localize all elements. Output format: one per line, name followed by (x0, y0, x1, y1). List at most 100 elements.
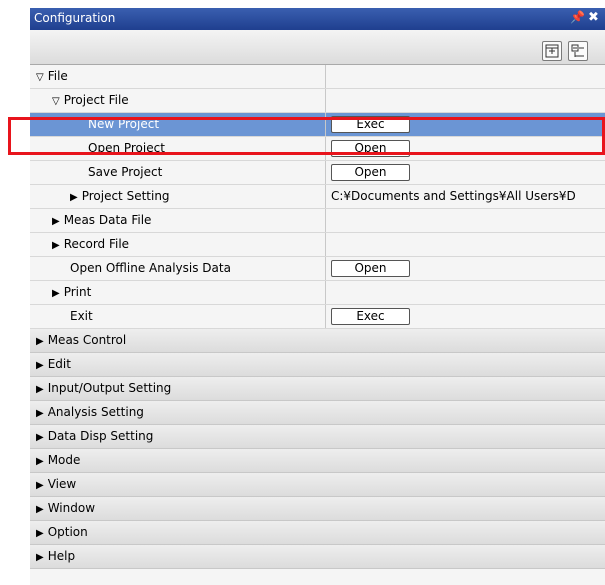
row-label: Exit (70, 305, 93, 328)
row-label-text: Project File (63, 93, 129, 107)
property-row[interactable]: Open Offline Analysis Data Open (30, 257, 605, 281)
row-action-button[interactable]: Open (331, 260, 410, 277)
collapse-arrow-icon[interactable]: ▽ (36, 66, 44, 89)
panel-title-bar: Configuration 📌 ✖ (30, 8, 605, 30)
row-label-text: Print (63, 285, 92, 299)
expand-all-button[interactable] (542, 41, 562, 61)
category-row[interactable]: ▶ Edit (30, 353, 605, 377)
row-label: ▶ Window (36, 497, 95, 520)
expand-arrow-icon[interactable]: ▶ (36, 402, 44, 425)
row-label-text: Open Offline Analysis Data (70, 261, 231, 275)
category-row[interactable]: ▶ Analysis Setting (30, 401, 605, 425)
row-label: ▶ Input/Output Setting (36, 377, 171, 400)
category-row[interactable]: ▶ View (30, 473, 605, 497)
row-label-text: Input/Output Setting (47, 381, 172, 395)
category-row[interactable]: ▶ Input/Output Setting (30, 377, 605, 401)
category-row[interactable]: ▶ Meas Control (30, 329, 605, 353)
row-action-button[interactable]: Exec (331, 116, 410, 133)
column-divider[interactable] (325, 137, 326, 160)
category-row[interactable]: ▶ Option (30, 521, 605, 545)
row-label: ▶ Meas Data File (52, 209, 151, 232)
row-label-text: Project Setting (81, 189, 170, 203)
category-row[interactable]: ▶ Help (30, 545, 605, 569)
expand-arrow-icon[interactable]: ▶ (36, 426, 44, 449)
expand-arrow-icon[interactable]: ▶ (36, 450, 44, 473)
row-action-button[interactable]: Exec (331, 308, 410, 325)
expand-arrow-icon[interactable]: ▶ (36, 546, 44, 569)
row-label: ▶ Analysis Setting (36, 401, 144, 424)
row-label-text: Window (47, 501, 96, 515)
column-divider[interactable] (325, 185, 326, 208)
property-row[interactable]: ▽ Project File (30, 89, 605, 113)
category-row[interactable]: ▶ Data Disp Setting (30, 425, 605, 449)
row-label: ▶ Edit (36, 353, 71, 376)
expand-arrow-icon[interactable]: ▶ (52, 234, 60, 257)
expand-arrow-icon[interactable]: ▶ (52, 210, 60, 233)
property-row[interactable]: ▽ File (30, 65, 605, 89)
row-label-text: Data Disp Setting (47, 429, 154, 443)
collapse-all-button[interactable] (568, 41, 588, 61)
row-label-text: View (47, 477, 77, 491)
row-label: ▶ View (36, 473, 76, 496)
expand-arrow-icon[interactable]: ▶ (36, 474, 44, 497)
pin-icon[interactable]: 📌 (570, 10, 585, 24)
row-label: ▽ File (36, 65, 68, 88)
close-icon[interactable]: ✖ (588, 10, 599, 25)
collapse-arrow-icon[interactable]: ▽ (52, 90, 60, 113)
row-label: ▽ Project File (52, 89, 129, 112)
row-label: Open Project (88, 137, 165, 160)
panel-title: Configuration (34, 11, 116, 25)
row-label: ▶ Print (52, 281, 91, 304)
expand-arrow-icon[interactable]: ▶ (36, 354, 44, 377)
row-action-button[interactable]: Open (331, 140, 410, 157)
column-divider[interactable] (325, 209, 326, 232)
property-row[interactable]: Open Project Open (30, 137, 605, 161)
row-action-button[interactable]: Open (331, 164, 410, 181)
row-label: ▶ Meas Control (36, 329, 126, 352)
row-label: ▶ Mode (36, 449, 80, 472)
row-label-text: Analysis Setting (47, 405, 144, 419)
row-label: Open Offline Analysis Data (70, 257, 231, 280)
column-divider[interactable] (325, 281, 326, 304)
category-row[interactable]: ▶ Window (30, 497, 605, 521)
row-label-text: New Project (88, 117, 160, 131)
column-divider[interactable] (325, 89, 326, 112)
column-divider[interactable] (325, 257, 326, 280)
row-label-text: Edit (47, 357, 71, 371)
row-label: ▶ Data Disp Setting (36, 425, 153, 448)
property-row[interactable]: Save Project Open (30, 161, 605, 185)
row-label-text: File (47, 69, 68, 83)
row-label-text: Save Project (88, 165, 163, 179)
property-row[interactable]: ▶ Meas Data File (30, 209, 605, 233)
column-divider[interactable] (325, 65, 326, 88)
property-row[interactable]: New Project Exec (30, 113, 605, 137)
property-grid: ▽ File ▽ Project File New Project Exec Open Pr… (30, 65, 605, 569)
row-label: ▶ Record File (52, 233, 129, 256)
row-label: ▶ Project Setting (70, 185, 170, 208)
row-label-text: Exit (70, 309, 93, 323)
expand-arrow-icon[interactable]: ▶ (36, 378, 44, 401)
row-label-text: Mode (47, 453, 81, 467)
configuration-panel: Configuration 📌 ✖ ▽ File ▽ Project File New … (30, 8, 605, 585)
expand-arrow-icon[interactable]: ▶ (52, 282, 60, 305)
column-divider[interactable] (325, 305, 326, 328)
category-row[interactable]: ▶ Mode (30, 449, 605, 473)
row-value[interactable]: C:¥Documents and Settings¥All Users¥D (331, 185, 576, 208)
property-row[interactable]: ▶ Record File (30, 233, 605, 257)
row-label-text: Record File (63, 237, 130, 251)
row-label-text: Meas Data File (63, 213, 152, 227)
property-row[interactable]: ▶ Print (30, 281, 605, 305)
column-divider[interactable] (325, 113, 326, 136)
expand-arrow-icon[interactable]: ▶ (36, 498, 44, 521)
row-label: New Project (88, 113, 159, 136)
expand-arrow-icon[interactable]: ▶ (36, 330, 44, 353)
expand-arrow-icon[interactable]: ▶ (70, 186, 78, 209)
row-label-text: Meas Control (47, 333, 127, 347)
property-row[interactable]: ▶ Project Setting C:¥Documents and Setting… (30, 185, 605, 209)
row-label-text: Help (47, 549, 76, 563)
property-row[interactable]: Exit Exec (30, 305, 605, 329)
column-divider[interactable] (325, 233, 326, 256)
expand-arrow-icon[interactable]: ▶ (36, 522, 44, 545)
row-label: ▶ Option (36, 521, 88, 544)
column-divider[interactable] (325, 161, 326, 184)
